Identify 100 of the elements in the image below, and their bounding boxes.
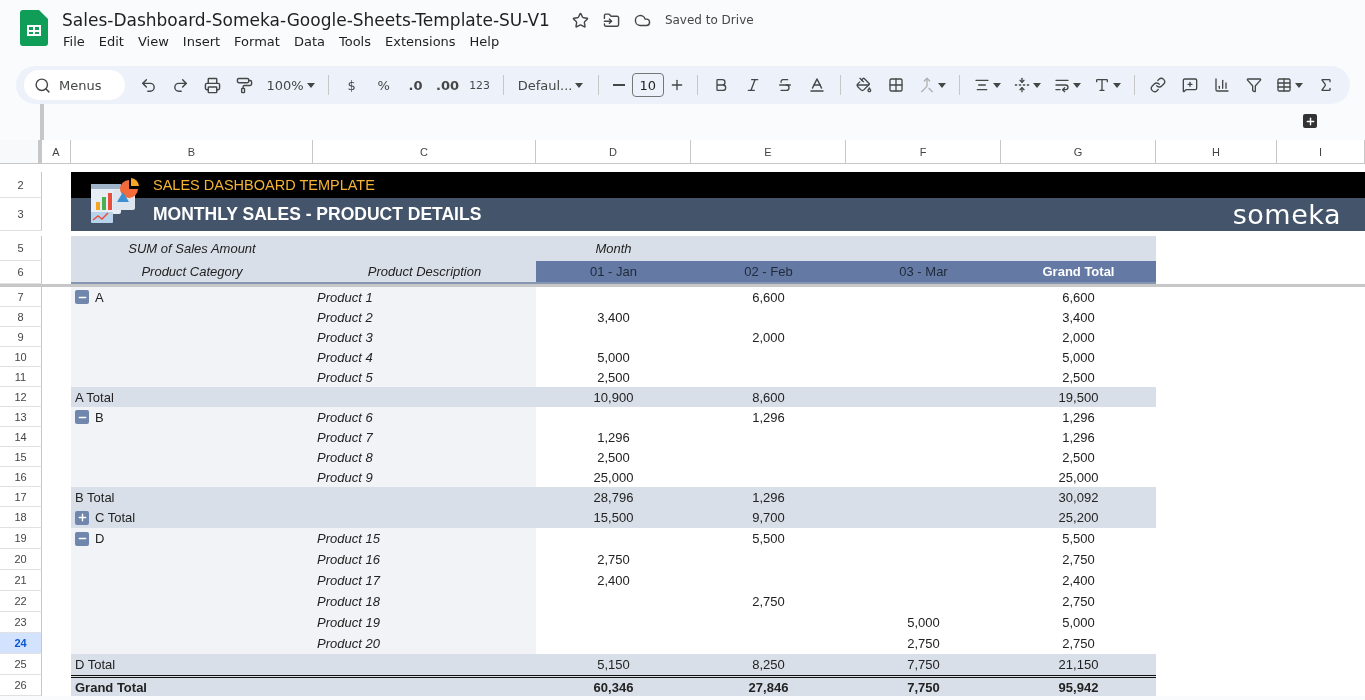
menu-item[interactable]: File [56,32,92,51]
row-header[interactable]: 23 [0,612,42,633]
row-header[interactable]: 24 [0,633,42,654]
letter-icon [1093,77,1110,93]
save-status: Saved to Drive [664,13,754,27]
row-header[interactable]: 25 [0,654,42,675]
row-header[interactable]: 11 [0,367,42,387]
row-header[interactable]: 10 [0,347,42,367]
printer-icon [204,76,222,94]
row-header[interactable]: 18 [0,507,42,528]
menu-item[interactable]: Help [462,32,507,51]
column-header[interactable]: D [536,140,691,164]
column-header[interactable]: G [1001,140,1156,164]
table-cell: Product 4 [313,347,536,367]
row-header[interactable]: 5 [0,236,42,261]
chart-icon [1214,77,1230,93]
menu-item[interactable]: Tools [331,32,378,51]
collapse-icon[interactable] [75,290,89,304]
column-heading: Grand Total [1001,261,1156,284]
table-cell: Product 18 [313,591,536,612]
row-header[interactable]: 3 [0,198,42,231]
column-heading: 02 - Feb [691,261,846,284]
undo-icon [140,76,158,94]
table-cell: Grand Total [71,675,313,696]
table-cell: 27,846 [691,675,846,696]
row-label: D [95,531,105,546]
table-cell: A Total [71,387,313,407]
column-header[interactable]: C [313,140,536,164]
menu-item[interactable]: Data [286,32,332,51]
table-cell: 95,942 [1001,675,1156,696]
expand-icon[interactable] [75,510,89,525]
currency-button[interactable]: $ [335,71,368,99]
row-header[interactable]: 9 [0,327,42,347]
column-header[interactable]: F [846,140,1001,164]
row-header[interactable]: 2 [0,172,42,198]
table-cell: Product 15 [313,528,536,549]
column-header[interactable]: H [1156,140,1277,164]
menu-item[interactable]: Insert [175,32,228,51]
font-dropdown[interactable]: Defaul... [510,71,591,99]
move-folder-icon[interactable] [602,11,620,29]
percent-button[interactable]: % [367,71,400,99]
row-header[interactable]: 12 [0,387,42,407]
table-cell: 30,092 [1001,487,1156,507]
link-icon [1150,77,1166,93]
column-header[interactable]: A [42,140,71,164]
menu-item[interactable]: Edit [91,32,131,51]
caret-icon [992,82,1001,88]
column-heading: 03 - Mar [846,261,1001,284]
increase-decimals-button[interactable]: .00 [431,71,464,99]
caret-icon [1032,82,1041,88]
menu-search-field[interactable]: Menus [24,70,125,100]
collapse-icon[interactable] [75,410,89,424]
row-header[interactable]: 6 [0,261,42,284]
row-header[interactable]: 14 [0,427,42,447]
column-header[interactable]: I [1277,140,1365,164]
row-header[interactable]: 8 [0,307,42,327]
row-header[interactable]: 19 [0,528,42,549]
menu-item[interactable]: Extensions [378,32,463,51]
table-cell: Product 20 [313,633,536,654]
decrease-decimals-button[interactable]: .0 [399,71,432,99]
row-label: C Total [95,510,136,525]
spreadsheet-logo[interactable] [20,10,48,46]
row-header[interactable]: 20 [0,549,42,570]
caret-icon [306,82,315,88]
dashboard-drawing [89,178,139,224]
table-cell: 19,500 [1001,387,1156,407]
banner-title: MONTHLY SALES - PRODUCT DETAILS [153,204,482,225]
row-header[interactable]: 21 [0,570,42,591]
column-header[interactable]: B [71,140,313,164]
caret-icon [937,82,946,88]
menu-item[interactable]: Format [227,32,287,51]
font-size-field[interactable]: 10 [631,73,665,97]
caret-icon [1072,82,1081,88]
row-header[interactable]: 7 [0,287,42,307]
add-icon[interactable] [1303,114,1317,128]
star-icon[interactable] [571,11,589,29]
align-center-icon [973,77,990,93]
strikethrough-icon [777,77,794,93]
row-header[interactable]: 15 [0,447,42,467]
minus-icon [612,84,625,86]
row-header[interactable]: 17 [0,487,42,507]
search-icon [34,76,51,94]
menu-item[interactable]: View [130,32,176,51]
zoom-dropdown[interactable]: 100% [260,71,321,99]
row-header[interactable]: 16 [0,467,42,487]
collapse-icon[interactable] [75,531,89,546]
table-cell: 8,250 [691,654,846,675]
table-cell: 10,900 [536,387,691,407]
row-header[interactable]: 26 [0,675,42,696]
table-cell: 21,150 [1001,654,1156,675]
row-label: B [95,409,104,425]
document-title[interactable]: Sales-Dashboard-Someka-Google-Sheets-Template-SU-V1 [62,10,550,30]
table-cell: Product 7 [313,427,536,447]
table-cell: 8,600 [691,387,846,407]
row-header[interactable]: 22 [0,591,42,612]
row-header[interactable]: 13 [0,407,42,427]
table-cell: 60,346 [536,675,691,696]
table-cell: 28,796 [536,487,691,507]
number-format-button[interactable]: 123 [463,71,496,99]
column-header[interactable]: E [691,140,846,164]
